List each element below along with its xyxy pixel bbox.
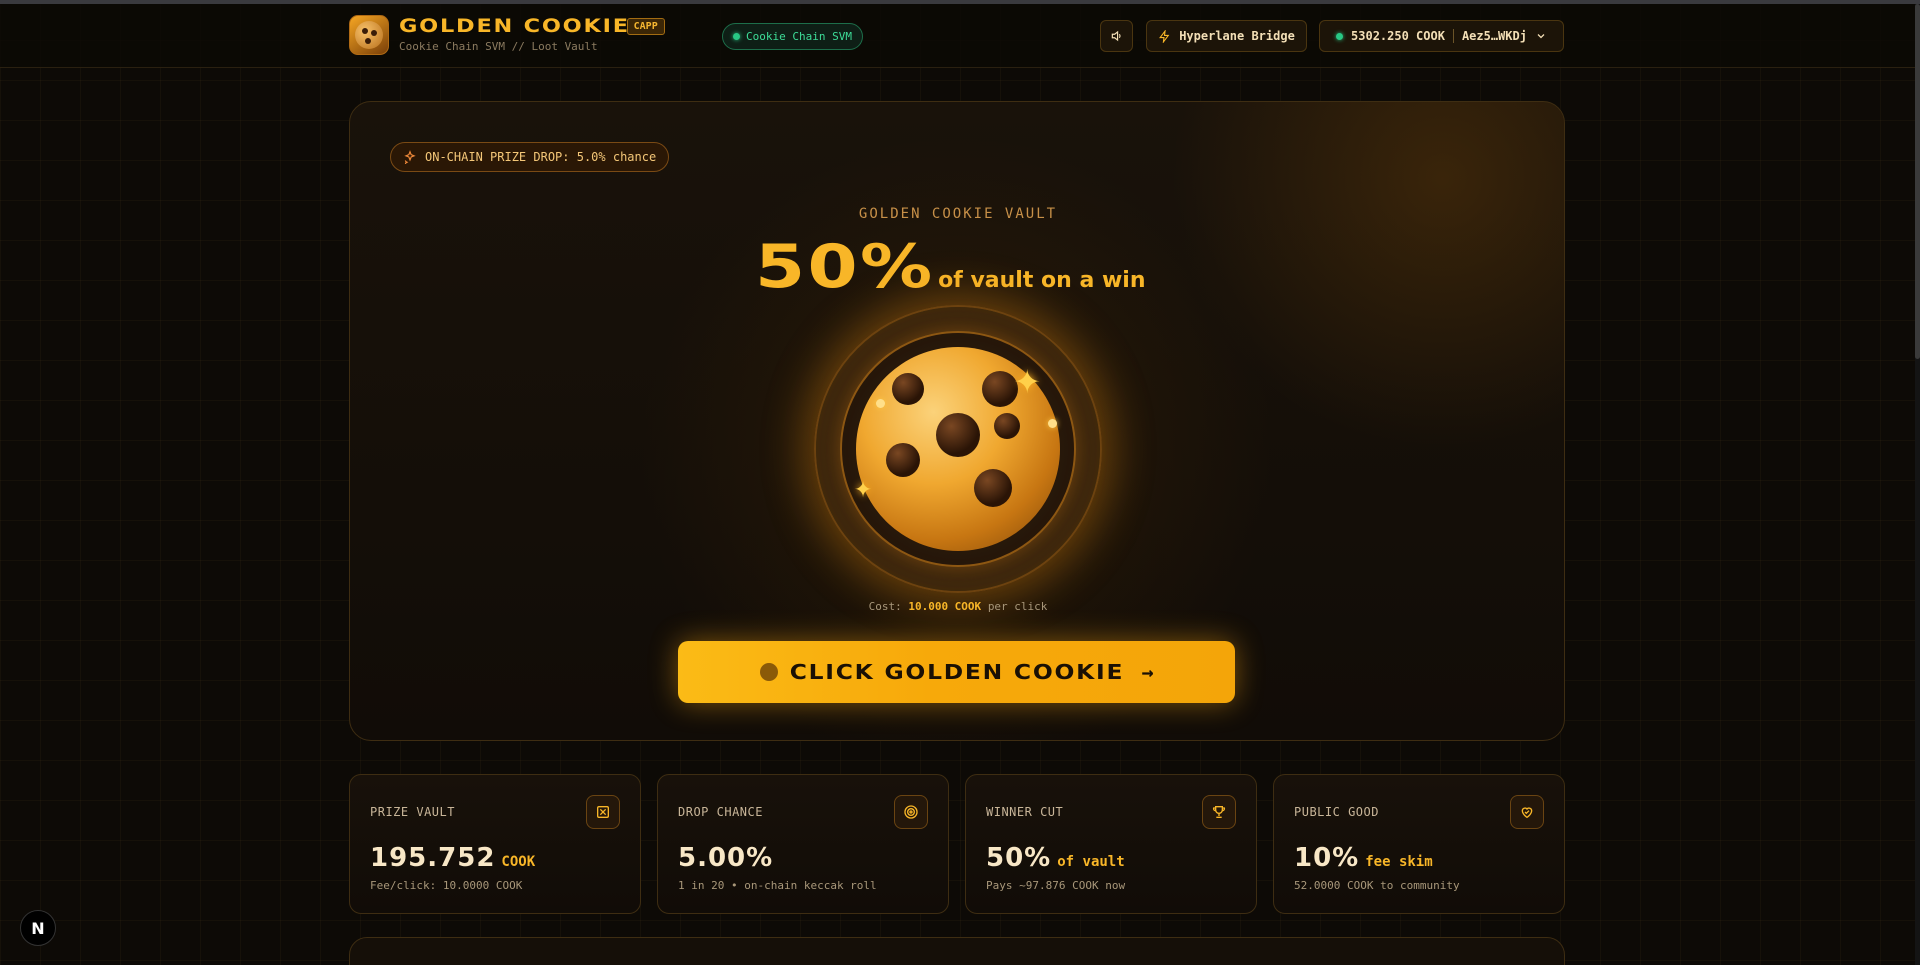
trophy-icon: [1202, 795, 1236, 829]
chain-status-pill[interactable]: Cookie Chain SVM: [722, 23, 863, 50]
golden-cookie[interactable]: ✦ ✦: [814, 305, 1102, 593]
vault-headline: 50% of vault on a win: [350, 232, 1564, 302]
click-golden-cookie-button[interactable]: CLICK GOLDEN COOKIE →: [678, 641, 1235, 703]
cost-suffix: per click: [987, 600, 1048, 613]
vault-headline-percent: 50%: [755, 232, 936, 302]
next-section-card: [349, 937, 1565, 965]
app-header: GOLDEN COOKIE CAPP Cookie Chain SVM // L…: [0, 4, 1920, 68]
arrow-right-icon: →: [1141, 660, 1154, 684]
crumb-glint: [876, 399, 885, 408]
cta-label: CLICK GOLDEN COOKIE: [789, 660, 1124, 684]
stat-unit: COOK: [501, 854, 536, 870]
stat-unit: of vault: [1057, 854, 1125, 870]
stat-label: PUBLIC GOOD: [1294, 805, 1379, 819]
stat-label: WINNER CUT: [986, 805, 1064, 819]
hyperlane-bridge-button[interactable]: Hyperlane Bridge: [1146, 20, 1307, 52]
speaker-icon: [1111, 30, 1121, 42]
vault-headline-text: of vault on a win: [938, 268, 1146, 293]
prize-drop-pill: ON-CHAIN PRIZE DROP: 5.0% chance: [390, 142, 670, 172]
coin-icon: [759, 663, 778, 681]
stat-value: 10%: [1294, 843, 1360, 873]
chevron-down-icon: [1537, 34, 1545, 39]
vault-eyebrow: GOLDEN COOKIE VAULT: [858, 206, 1058, 222]
cost-line: Cost: 10.000 COOK per click: [350, 600, 1564, 613]
stat-footnote: 1 in 20 • on-chain keccak roll: [678, 879, 877, 892]
stat-label: DROP CHANCE: [678, 805, 763, 819]
crumb-glint: [1048, 419, 1057, 428]
chain-label: Cookie Chain SVM: [746, 30, 852, 43]
hero-card: ON-CHAIN PRIZE DROP: 5.0% chance GOLDEN …: [349, 101, 1565, 741]
status-dot-icon: [733, 33, 740, 40]
cost-value: 10.000 COOK: [908, 600, 982, 613]
cost-prefix: Cost:: [868, 600, 902, 613]
app-title: GOLDEN COOKIE: [399, 15, 630, 37]
stat-footnote: Fee/click: 10.0000 COOK: [370, 879, 523, 892]
target-icon: [894, 795, 928, 829]
scrollbar-thumb[interactable]: [1915, 4, 1920, 359]
sparkles-icon: [404, 150, 416, 164]
stat-card-drop-chance: DROP CHANCE 5.00% 1 in 20 • on-chain kec…: [657, 774, 949, 914]
bridge-label: Hyperlane Bridge: [1179, 29, 1295, 43]
brand[interactable]: GOLDEN COOKIE CAPP Cookie Chain SVM // L…: [349, 15, 665, 55]
sparkle-icon: ✦: [1014, 353, 1041, 404]
wallet-separator: [1452, 29, 1454, 43]
stat-card-public-good: PUBLIC GOOD 10% fee skim 52.0000 COOK to…: [1273, 774, 1565, 914]
lightning-icon: [1159, 29, 1170, 43]
cookie-logo-icon: [349, 15, 389, 55]
prize-drop-label: ON-CHAIN PRIZE DROP: 5.0% chance: [425, 150, 657, 164]
stat-footnote: Pays ~97.876 COOK now: [986, 879, 1126, 892]
stat-footnote: 52.0000 COOK to community: [1294, 879, 1460, 892]
wallet-button[interactable]: 5302.250 COOK Aez5…WKDj: [1319, 20, 1564, 52]
stat-value: 195.752: [370, 843, 496, 873]
capp-badge: CAPP: [626, 17, 665, 35]
sparkle-icon: ✦: [854, 470, 873, 505]
wallet-status-dot-icon: [1336, 32, 1344, 40]
wallet-balance: 5302.250 COOK: [1351, 29, 1445, 43]
stat-unit: fee skim: [1365, 854, 1433, 870]
vault-icon: [586, 795, 620, 829]
nextjs-dev-badge[interactable]: N: [20, 910, 56, 946]
stat-value: 50%: [986, 843, 1052, 873]
stat-card-winner-cut: WINNER CUT 50% of vault Pays ~97.876 COO…: [965, 774, 1257, 914]
app-subtitle: Cookie Chain SVM // Loot Vault: [399, 40, 598, 53]
heart-hand-icon: [1510, 795, 1544, 829]
stat-card-prize-vault: PRIZE VAULT 195.752 COOK Fee/click: 10.0…: [349, 774, 641, 914]
stat-label: PRIZE VAULT: [370, 805, 455, 819]
sound-toggle-button[interactable]: [1100, 20, 1133, 52]
wallet-address: Aez5…WKDj: [1461, 29, 1527, 43]
stat-value: 5.00%: [678, 843, 774, 873]
